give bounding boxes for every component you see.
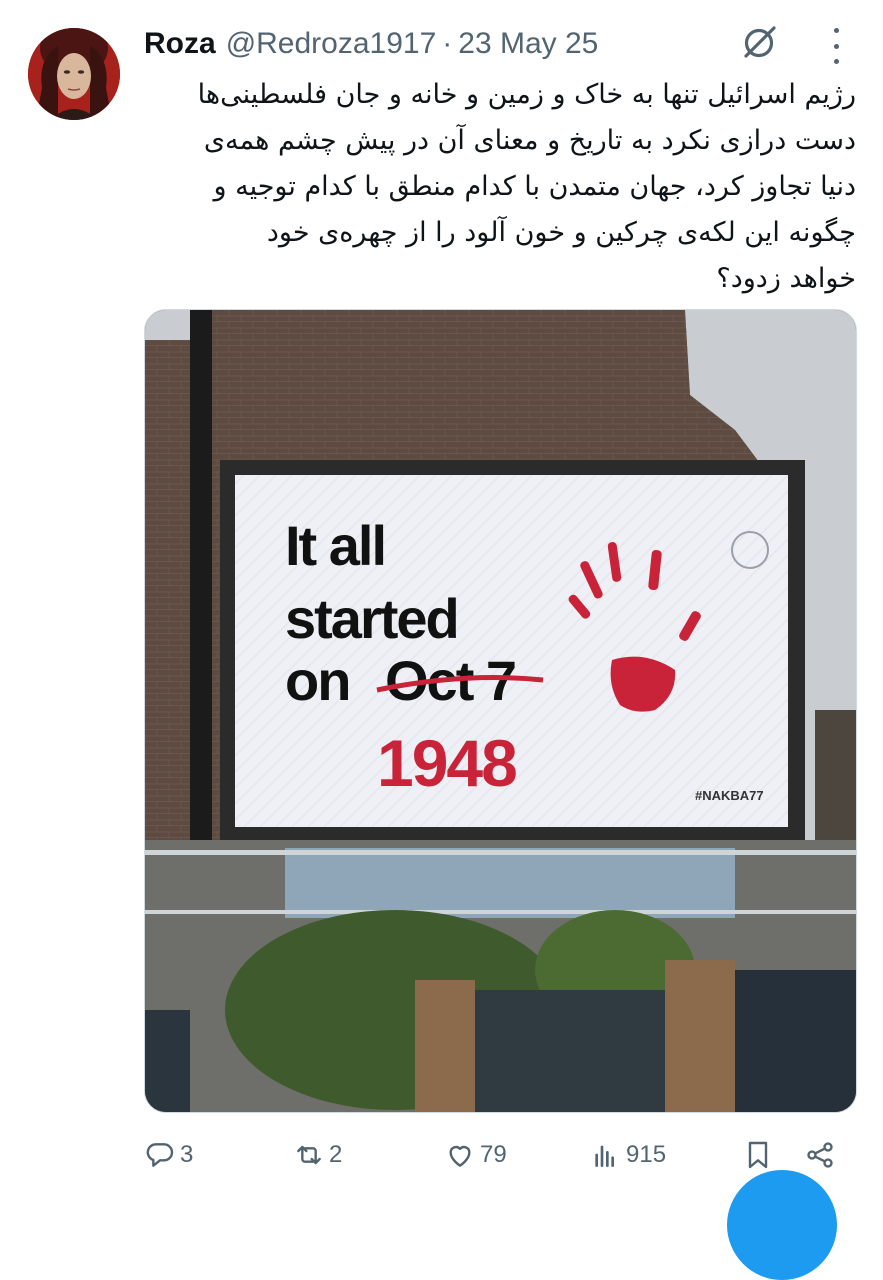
tweet-text: رژیم اسرائیل تنها به خاک و زمین و خانه و… xyxy=(197,79,856,294)
bookmark-icon xyxy=(748,1141,768,1169)
reply-count: 3 xyxy=(180,1141,194,1168)
like-count: 79 xyxy=(480,1141,507,1168)
tweet-date[interactable]: 23 May 25 xyxy=(458,27,598,61)
tweet-header: Roza @Redroza1917 · 23 May 25 xyxy=(144,24,598,64)
bookmark-button[interactable] xyxy=(742,1135,774,1175)
repost-icon xyxy=(297,1145,321,1165)
repost-button[interactable]: 2 xyxy=(293,1135,342,1175)
avatar-image xyxy=(28,28,120,120)
billboard-line1: It all xyxy=(285,514,385,577)
billboard-hashtag: #NAKBA77 xyxy=(695,788,764,803)
more-icon[interactable] xyxy=(826,28,846,64)
share-button[interactable] xyxy=(804,1135,836,1175)
author-avatar[interactable] xyxy=(28,28,120,120)
repost-count: 2 xyxy=(329,1141,343,1168)
header-separator: · xyxy=(442,27,453,60)
reply-icon xyxy=(146,1143,174,1167)
reply-button[interactable]: 3 xyxy=(144,1135,193,1175)
compose-fab-button[interactable] xyxy=(727,1170,837,1280)
heart-icon xyxy=(449,1145,471,1167)
author-handle[interactable]: @Redroza1917 xyxy=(226,27,437,61)
views-count: 915 xyxy=(626,1141,667,1168)
author-name[interactable]: Roza xyxy=(144,27,216,61)
like-button[interactable]: 79 xyxy=(444,1135,507,1175)
views-button[interactable]: 915 xyxy=(590,1135,666,1175)
grok-icon[interactable] xyxy=(740,22,780,62)
tweet-action-bar: 3 2 79 915 xyxy=(0,1135,883,1175)
billboard-line3-prefix: on xyxy=(285,649,349,712)
views-icon xyxy=(595,1145,614,1167)
share-icon xyxy=(807,1142,833,1168)
tweet-media-image[interactable]: It all started on Oct 7 1948 #NAKBA77 xyxy=(144,309,857,1113)
billboard-year: 1948 xyxy=(377,726,516,800)
billboard-line2: started xyxy=(285,587,458,650)
